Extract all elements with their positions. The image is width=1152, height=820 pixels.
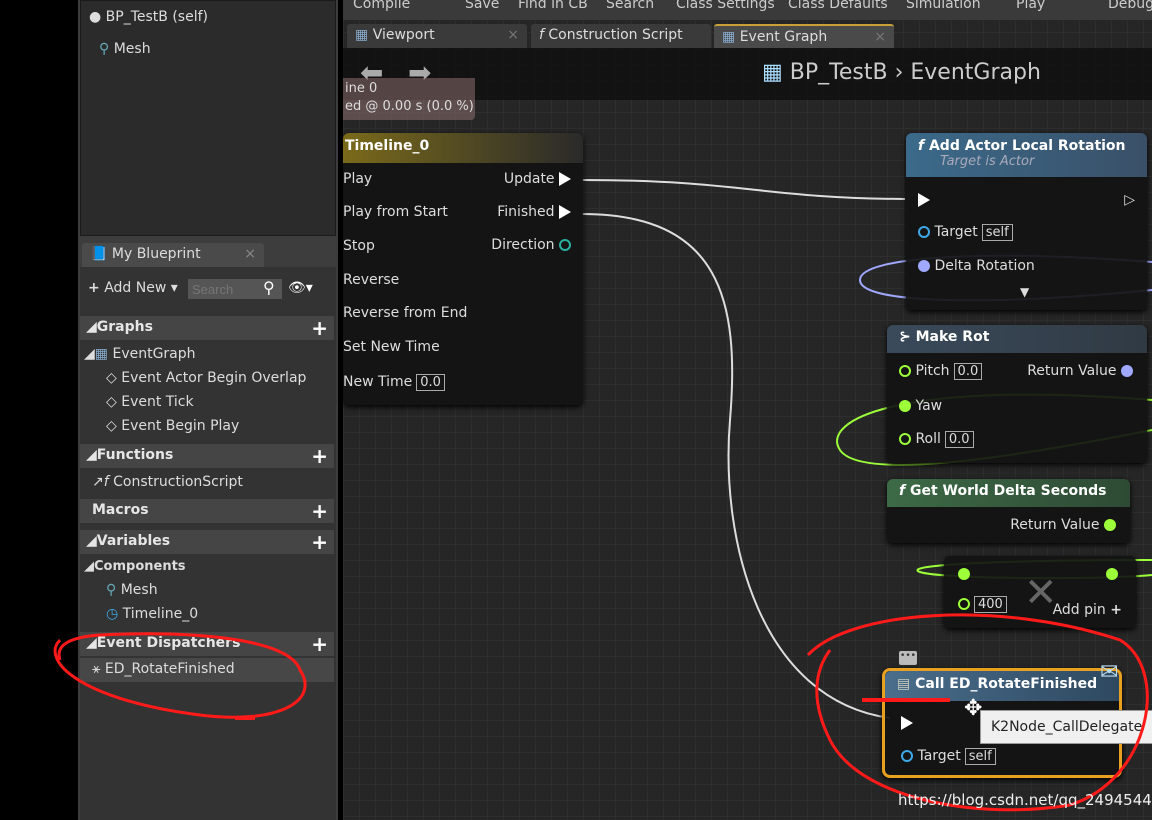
watermark: https://blog.csdn.net/qq_24945449 — [898, 791, 1152, 809]
red-annotations — [53, 613, 1149, 812]
